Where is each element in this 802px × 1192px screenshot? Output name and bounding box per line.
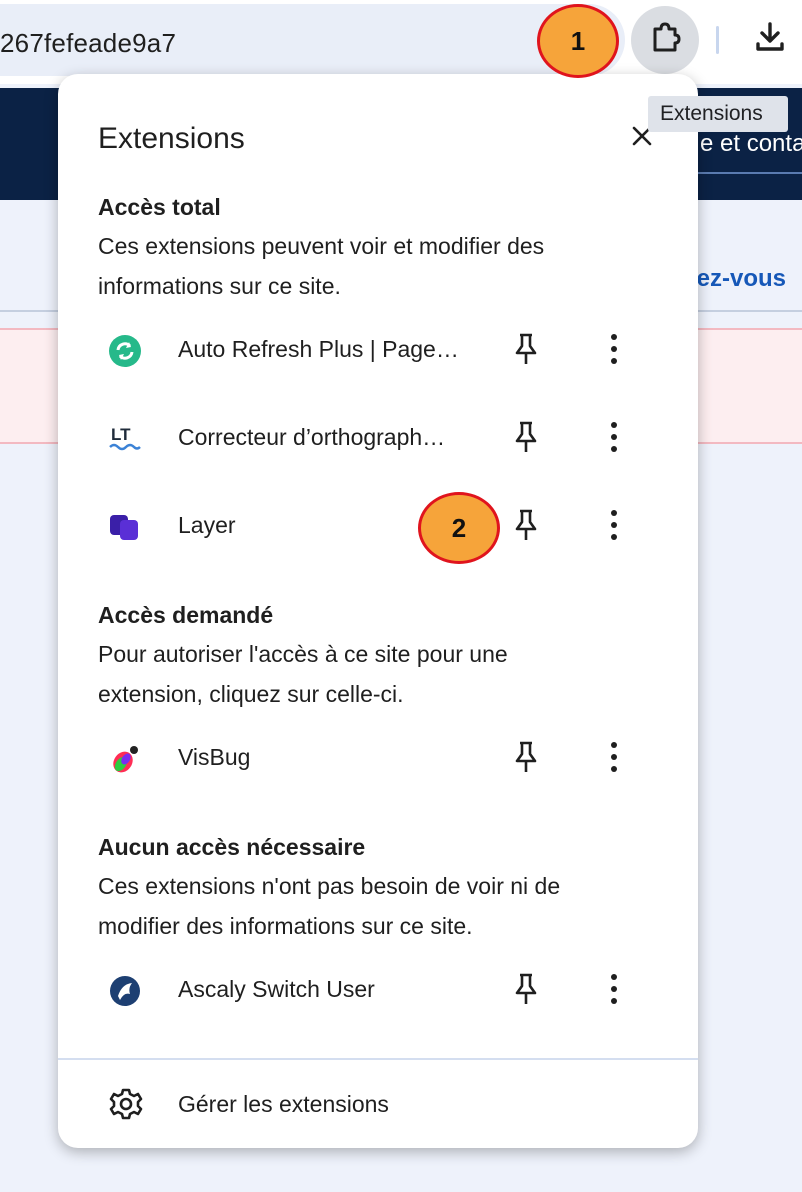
browser-toolbar: 267fefeade9a7: [0, 0, 802, 84]
extension-row-correcteur[interactable]: LT Correcteur d’orthograph…: [58, 408, 698, 468]
more-vert-icon: [610, 741, 618, 778]
extension-row-auto-refresh[interactable]: Auto Refresh Plus | Page…: [58, 320, 698, 380]
pin-button[interactable]: [508, 972, 544, 1010]
pin-button[interactable]: [508, 740, 544, 778]
extension-name: Auto Refresh Plus | Page…: [178, 336, 459, 362]
svg-text:LT: LT: [111, 425, 131, 444]
footer-divider: [58, 1058, 698, 1060]
more-options-button[interactable]: [596, 332, 632, 370]
pin-icon: [513, 332, 539, 371]
section-title-requested-access: Accès demandé: [98, 602, 274, 628]
manage-extensions-label: Gérer les extensions: [178, 1091, 389, 1117]
extension-name: Ascaly Switch User: [178, 976, 375, 1002]
more-vert-icon: [610, 421, 618, 458]
section-title-full-access: Accès total: [98, 194, 221, 220]
annotation-marker-1: 1: [537, 4, 619, 78]
layer-icon: [108, 510, 142, 544]
ascaly-icon: [108, 974, 142, 1008]
pin-icon: [513, 508, 539, 547]
puzzle-icon: [647, 20, 683, 61]
download-button[interactable]: [745, 14, 795, 64]
more-options-button[interactable]: [596, 972, 632, 1010]
section-desc-full-access: Ces extensions peuvent voir et modifier …: [98, 233, 545, 299]
pin-button[interactable]: [508, 508, 544, 546]
page-nav-link[interactable]: lez-vous: [690, 265, 786, 293]
address-bar[interactable]: 267fefeade9a7: [0, 4, 625, 76]
popup-title: Extensions: [98, 122, 245, 155]
toolbar-separator: [716, 26, 719, 54]
more-options-button[interactable]: [596, 508, 632, 546]
page-header-underline: [690, 172, 802, 174]
page-header-link[interactable]: e et conta: [700, 130, 802, 158]
section-title-no-access: Aucun accès nécessaire: [98, 834, 366, 860]
auto-refresh-icon: [108, 334, 142, 368]
url-text[interactable]: 267fefeade9a7: [0, 28, 176, 59]
annotation-marker-2: 2: [418, 492, 500, 564]
extensions-button[interactable]: [631, 6, 699, 74]
visbug-icon: [108, 742, 142, 776]
extension-row-ascaly[interactable]: Ascaly Switch User: [58, 960, 698, 1020]
more-vert-icon: [610, 509, 618, 546]
extensions-popup: Extensions Accès total Ces extensions pe…: [58, 74, 698, 1148]
gear-icon: [108, 1086, 144, 1122]
pin-icon: [513, 420, 539, 459]
extension-name: VisBug: [178, 744, 251, 770]
languagetool-icon: LT: [108, 422, 142, 456]
download-icon: [753, 20, 787, 59]
manage-extensions-button[interactable]: Gérer les extensions: [58, 1074, 698, 1134]
more-vert-icon: [610, 973, 618, 1010]
extensions-tooltip: Extensions: [648, 96, 788, 132]
extension-row-layer[interactable]: Layer: [58, 496, 698, 556]
more-options-button[interactable]: [596, 420, 632, 458]
pin-button[interactable]: [508, 420, 544, 458]
pin-icon: [513, 972, 539, 1011]
more-vert-icon: [610, 333, 618, 370]
extension-name: Correcteur d’orthograph…: [178, 424, 446, 450]
more-options-button[interactable]: [596, 740, 632, 778]
pin-button[interactable]: [508, 332, 544, 370]
pin-icon: [513, 740, 539, 779]
section-desc-requested-access: Pour autoriser l'accès à ce site pour un…: [98, 641, 508, 707]
extension-row-visbug[interactable]: VisBug: [58, 728, 698, 788]
section-desc-no-access: Ces extensions n'ont pas besoin de voir …: [98, 873, 561, 939]
